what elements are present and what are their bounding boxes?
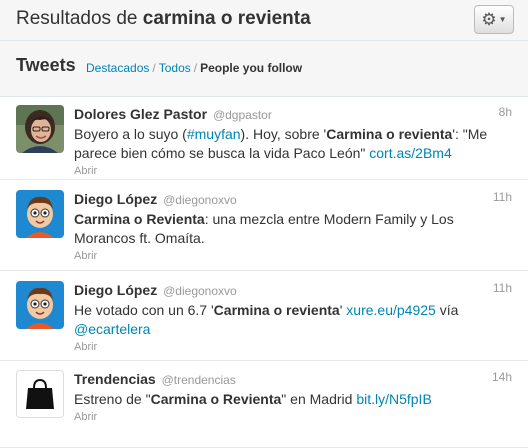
tweet-text-segment: Boyero a lo suyo ( [74, 126, 187, 142]
tweet-text: Carmina o Revienta: una mezcla entre Mod… [74, 210, 512, 248]
tweet-text-segment: ). Hoy, sobre ' [240, 126, 327, 142]
open-tweet-link[interactable]: Abrir [74, 341, 512, 353]
search-term-highlight: Carmina o revienta [326, 126, 453, 142]
tweet-content: Diego López @diegonoxvo 11h Carmina o Re… [74, 190, 512, 262]
tweet-link[interactable]: xure.eu/p4925 [346, 302, 436, 318]
tweet-link[interactable]: @ecartelera [74, 321, 150, 337]
tweet-text-segment: He votado con un 6.7 ' [74, 302, 214, 318]
tweet-author-handle[interactable]: @diegonoxvo [163, 193, 237, 207]
tweet-timestamp[interactable]: 14h [492, 370, 512, 384]
avatar-photo-image [16, 105, 64, 153]
tweet-text: Estreno de "Carmina o Revienta" en Madri… [74, 390, 512, 409]
filter-following-link[interactable]: People you follow [200, 61, 302, 75]
tweet-content: Diego López @diegonoxvo 11h He votado co… [74, 281, 512, 353]
tweet-timestamp[interactable]: 11h [493, 281, 512, 295]
page-title: Resultados de carmina o revienta [16, 8, 311, 30]
chevron-down-icon: ▼ [498, 14, 507, 24]
tweet-header: Trendencias @trendencias [74, 370, 512, 389]
tweet-text-segment: vía [435, 302, 459, 318]
tweet-item[interactable]: Trendencias @trendencias 14h Estreno de … [0, 361, 528, 448]
filter-separator: / [152, 61, 156, 75]
tweet-text-segment: " en Madrid [281, 391, 357, 407]
search-header: Resultados de carmina o revienta ⚙ ▼ [0, 0, 528, 41]
avatar-cartoon-image [16, 190, 64, 238]
cartoon-avatar[interactable] [16, 190, 64, 238]
photo-avatar[interactable] [16, 105, 64, 153]
search-term-highlight: Carmina o Revienta [74, 211, 205, 227]
tweet-timestamp[interactable]: 8h [499, 105, 512, 119]
cartoon-avatar[interactable] [16, 281, 64, 329]
bag-logo-avatar[interactable] [16, 370, 64, 418]
tweet-link[interactable]: cort.as/2Bm4 [369, 145, 451, 161]
tweet-author-handle[interactable]: @dgpastor [213, 108, 272, 122]
tweet-text-segment: Estreno de " [74, 391, 151, 407]
tweets-heading: Tweets [16, 55, 76, 75]
filter-top-link[interactable]: Destacados [86, 61, 149, 75]
search-results-page: Resultados de carmina o revienta ⚙ ▼ Twe… [0, 0, 528, 448]
tweet-timestamp[interactable]: 11h [493, 190, 512, 204]
tweet-text: Boyero a lo suyo (#muyfan). Hoy, sobre '… [74, 125, 512, 163]
filter-separator: / [193, 61, 198, 75]
tweet-link[interactable]: bit.ly/N5fpIB [356, 391, 431, 407]
tweet-header: Dolores Glez Pastor @dgpastor [74, 105, 512, 124]
open-tweet-link[interactable]: Abrir [74, 165, 512, 177]
search-term-highlight: Carmina o revienta [213, 302, 340, 318]
tweet-author-name[interactable]: Trendencias [74, 371, 156, 387]
open-tweet-link[interactable]: Abrir [74, 411, 512, 423]
tweet-author-name[interactable]: Diego López [74, 191, 157, 207]
tweet-header: Diego López @diegonoxvo [74, 281, 512, 300]
filter-all-link[interactable]: Todos [159, 61, 191, 75]
gear-icon: ⚙ [481, 10, 497, 29]
shopping-bag-icon [17, 371, 63, 417]
tweet-item[interactable]: Diego López @diegonoxvo 11h Carmina o Re… [0, 180, 528, 271]
tweet-author-handle[interactable]: @diegonoxvo [163, 284, 237, 298]
tweet-link[interactable]: #muyfan [187, 126, 241, 142]
tweet-author-name[interactable]: Diego López [74, 282, 157, 298]
tweet-text: He votado con un 6.7 'Carmina o revienta… [74, 301, 512, 339]
tweet-content: Trendencias @trendencias 14h Estreno de … [74, 370, 512, 423]
tweet-author-name[interactable]: Dolores Glez Pastor [74, 106, 207, 122]
settings-button[interactable]: ⚙ ▼ [474, 5, 514, 34]
tweet-content: Dolores Glez Pastor @dgpastor 8h Boyero … [74, 105, 512, 177]
open-tweet-link[interactable]: Abrir [74, 250, 512, 262]
avatar-cartoon-image [16, 281, 64, 329]
tweet-author-handle[interactable]: @trendencias [162, 373, 236, 387]
search-query: carmina o revienta [142, 8, 311, 29]
tweet-header: Diego López @diegonoxvo [74, 190, 512, 209]
tweet-item[interactable]: Dolores Glez Pastor @dgpastor 8h Boyero … [0, 97, 528, 180]
search-term-highlight: Carmina o Revienta [150, 391, 282, 407]
title-prefix: Resultados de [16, 8, 143, 29]
tweets-filter-bar: Tweets Destacados / Todos / People you follo… [0, 41, 528, 97]
tweet-item[interactable]: Diego López @diegonoxvo 11h He votado co… [0, 271, 528, 361]
filter-links: Destacados / Todos / People you follow [86, 61, 302, 75]
